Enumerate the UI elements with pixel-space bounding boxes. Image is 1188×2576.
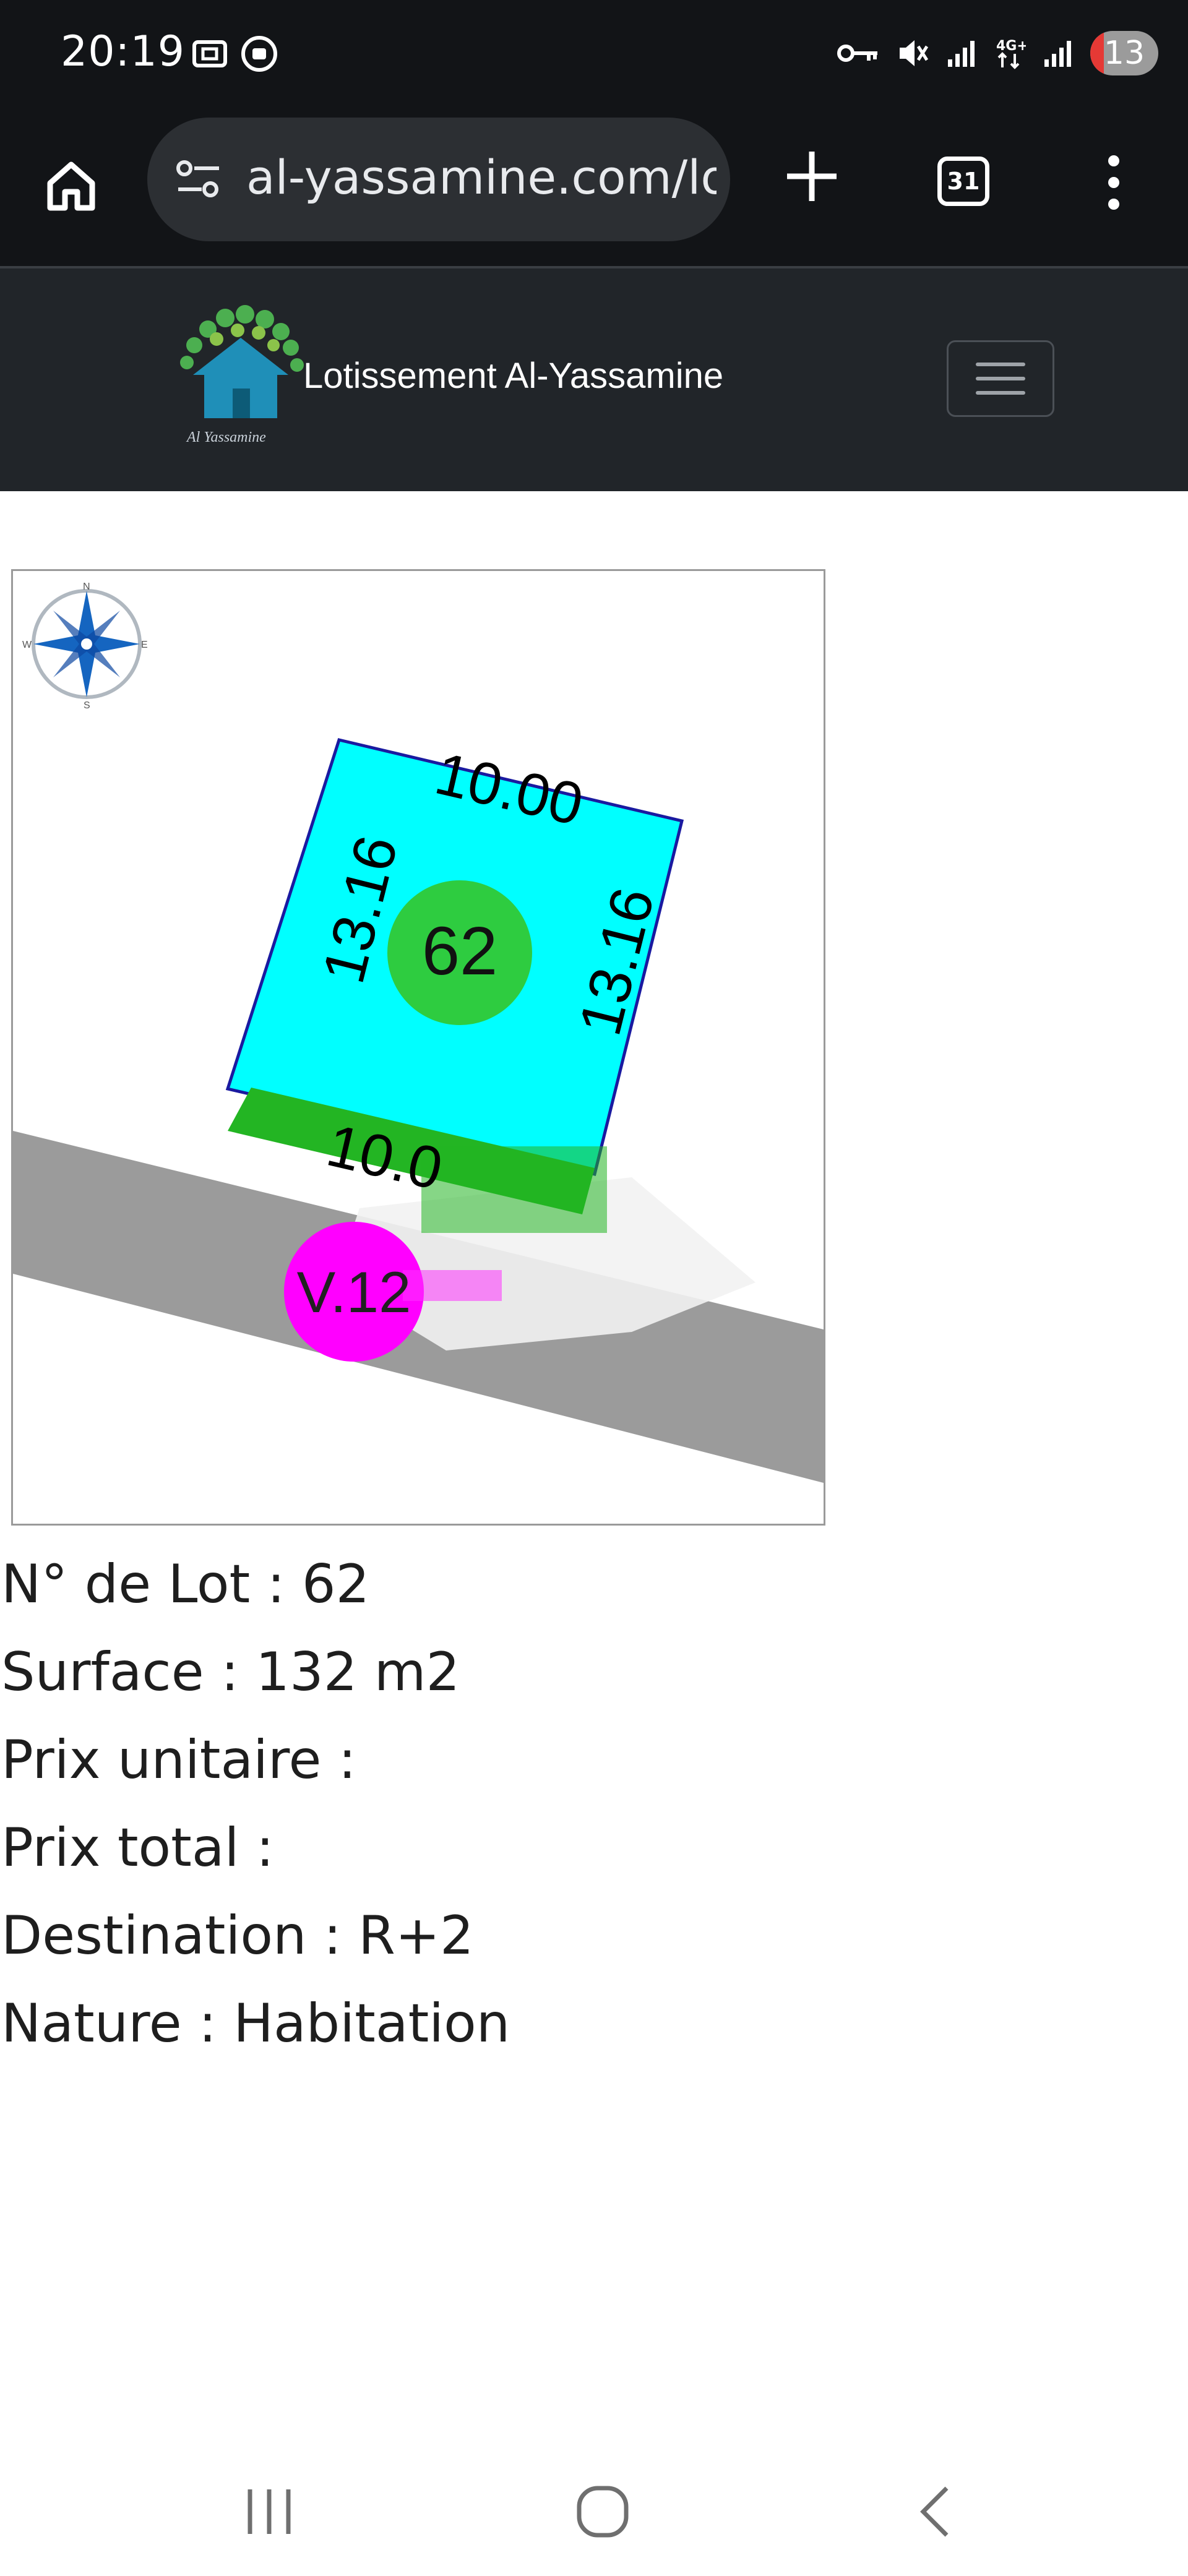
road-label: V.12 (297, 1260, 411, 1324)
home-icon (47, 161, 95, 211)
system-navigation-bar (0, 2450, 1188, 2576)
status-left-icons (191, 35, 278, 73)
site-navbar: Al Yassamine Lotissement Al-Yassamine (0, 266, 1188, 491)
battery-level: 13 (1103, 35, 1145, 72)
browser-toolbar: al-yassamine.com/lo 31 (0, 114, 1188, 266)
tab-count: 31 (947, 168, 980, 195)
detail-total-price: Prix total : (1, 1817, 274, 1879)
detail-nature: Nature : Habitation (1, 1993, 510, 2054)
detail-label: Prix unitaire (1, 1729, 322, 1791)
detail-value: R+2 (358, 1905, 474, 1967)
screen-record-icon (192, 40, 227, 67)
address-bar[interactable]: al-yassamine.com/lo (147, 118, 730, 241)
url-text[interactable]: al-yassamine.com/lo (246, 150, 717, 205)
detail-label: Surface (1, 1641, 204, 1703)
status-right-icons: 4G+ 13 (837, 31, 1158, 75)
detail-label: N° de Lot (1, 1553, 251, 1615)
compass-n: N (83, 582, 90, 592)
battery-indicator: 13 (1090, 31, 1158, 75)
recent-apps-icon[interactable] (241, 2481, 297, 2543)
vpn-key-icon (837, 45, 877, 62)
back-icon[interactable] (910, 2481, 959, 2543)
signal-icon (1044, 41, 1071, 67)
lot-number-label: 62 (422, 913, 497, 989)
detail-label: Prix total (1, 1817, 239, 1879)
lot-details: N° de Lot : 62 Surface : 132 m2 Prix uni… (0, 1540, 1176, 2067)
compass-s: S (84, 700, 90, 711)
more-icon[interactable] (1095, 148, 1132, 217)
compass-w: W (22, 640, 32, 650)
detail-value: 132 m2 (256, 1641, 460, 1703)
tab-switcher-button[interactable]: 31 (937, 157, 989, 206)
status-bar: 20:19 4G+ 13 (0, 0, 1188, 114)
site-logo[interactable]: Al Yassamine (176, 301, 306, 449)
signal-icon (948, 41, 975, 67)
compass-e: E (141, 640, 148, 650)
compass-rose-icon: N S E W (22, 582, 148, 711)
site-settings-icon[interactable] (174, 156, 224, 203)
system-home-icon[interactable] (573, 2481, 632, 2543)
lot-plan-image: 10.00 13.16 13.16 10.0 62 V.12 N S E W (11, 569, 825, 1526)
detail-lot-number: N° de Lot : 62 (1, 1553, 370, 1615)
detail-value: Habitation (233, 1993, 510, 2054)
new-tab-icon[interactable] (781, 142, 843, 210)
detail-destination: Destination : R+2 (1, 1905, 474, 1967)
lot-plan-drawing: 10.00 13.16 13.16 10.0 62 V.12 N S E W (13, 582, 824, 1483)
hamburger-line (976, 363, 1025, 366)
navbar-toggle-button[interactable] (947, 340, 1054, 417)
detail-surface: Surface : 132 m2 (1, 1641, 460, 1703)
status-time: 20:19 (61, 27, 185, 76)
svg-text:4G+: 4G+ (996, 38, 1026, 54)
detail-value: 62 (301, 1553, 370, 1615)
hamburger-line (976, 391, 1025, 395)
mute-icon (900, 40, 929, 66)
site-brand[interactable]: Lotissement Al-Yassamine (303, 355, 723, 397)
detail-label: Nature (1, 1993, 182, 2054)
media-icon (241, 36, 277, 72)
detail-unit-price: Prix unitaire : (1, 1729, 356, 1791)
detail-label: Destination (1, 1905, 307, 1967)
home-button[interactable] (37, 152, 105, 220)
setback-blur (421, 1146, 607, 1233)
4g-icon: 4G+ (996, 38, 1026, 69)
road-badge-blur (403, 1270, 502, 1301)
hamburger-line (976, 377, 1025, 380)
logo-caption: Al Yassamine (186, 429, 266, 445)
